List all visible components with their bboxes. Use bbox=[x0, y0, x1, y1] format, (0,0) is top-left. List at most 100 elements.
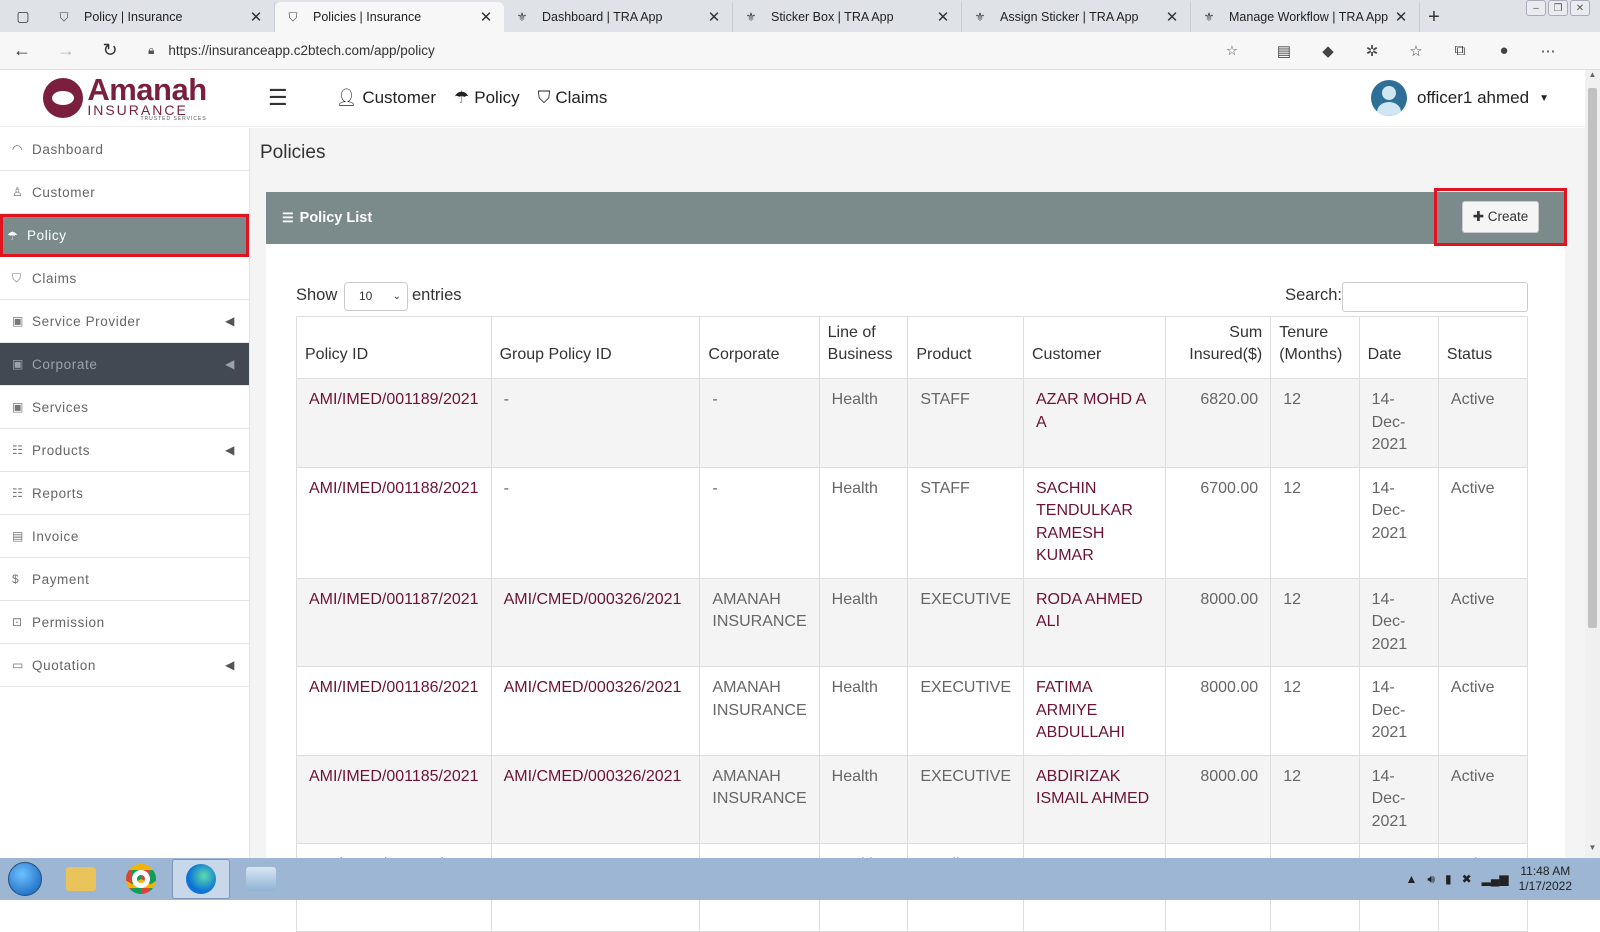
hamburger-menu-icon[interactable]: ☰ bbox=[268, 85, 288, 111]
column-header[interactable]: Product bbox=[907, 316, 1024, 379]
start-button[interactable] bbox=[0, 858, 50, 900]
lock-icon[interactable]: 🔒︎ bbox=[148, 43, 154, 58]
more-icon[interactable]: ⋯ bbox=[1526, 42, 1570, 60]
column-header[interactable]: Policy ID bbox=[296, 316, 492, 379]
column-header[interactable]: Customer bbox=[1022, 316, 1167, 379]
sidebar-item-dashboard[interactable]: ◠ Dashboard bbox=[0, 128, 249, 171]
group-policy-link[interactable]: AMI/CMED/000326/2021 bbox=[490, 666, 701, 756]
logo[interactable]: Amanah INSURANCE TRUSTED SERVICES bbox=[0, 70, 250, 127]
minimize-button[interactable]: – bbox=[1526, 0, 1546, 16]
close-icon[interactable]: ✕ bbox=[1393, 8, 1409, 26]
tray-expand-icon[interactable]: ▲ bbox=[1406, 872, 1418, 886]
customer-link[interactable]: SACHIN TENDULKAR RAMESH KUMAR bbox=[1022, 466, 1167, 579]
policy-id-link[interactable]: AMI/IMED/001187/2021 bbox=[296, 577, 492, 667]
logo-tagline: TRUSTED SERVICES bbox=[140, 116, 207, 122]
address-bar: ← → ↻ 🔒︎ https://insuranceapp.c2btech.co… bbox=[0, 32, 1600, 70]
column-header[interactable]: Group Policy ID bbox=[490, 316, 701, 379]
browser-tab[interactable]: ⚜ Sticker Box | TRA App ✕ bbox=[733, 2, 962, 32]
group-policy-link[interactable]: AMI/CMED/000326/2021 bbox=[490, 754, 701, 844]
close-icon[interactable]: ✕ bbox=[478, 8, 494, 26]
user-menu[interactable]: officer1 ahmed ▼ bbox=[1370, 80, 1549, 116]
nav-claims[interactable]: ⛉ Claims bbox=[538, 88, 608, 108]
sidebar-item-policy[interactable]: ☂ Policy bbox=[0, 214, 249, 257]
network-error-icon[interactable]: ✖ bbox=[1462, 872, 1472, 886]
signal-icon[interactable]: ▂▄▆ bbox=[1482, 872, 1509, 886]
favorites-icon[interactable]: ☆ bbox=[1394, 42, 1438, 60]
browser-tab-active[interactable]: ⛉ Policies | Insurance ✕ bbox=[275, 2, 504, 32]
column-header[interactable]: Line of Business bbox=[818, 316, 909, 379]
sidebar-item-claims[interactable]: ⛉ Claims bbox=[0, 257, 249, 300]
sidebar-item-services[interactable]: ▣ Services bbox=[0, 386, 249, 429]
customer-link[interactable]: FATIMA ARMIYE ABDULLAHI bbox=[1022, 666, 1167, 756]
sidebar-item-invoice[interactable]: ▤ Invoice bbox=[0, 515, 249, 558]
battery-icon[interactable]: ▮ bbox=[1445, 872, 1452, 886]
close-icon[interactable]: ✕ bbox=[706, 8, 722, 26]
close-icon[interactable]: ✕ bbox=[935, 8, 951, 26]
policy-id-link[interactable]: AMI/IMED/001189/2021 bbox=[296, 378, 492, 468]
url-field[interactable]: 🔒︎ https://insuranceapp.c2btech.com/app/… bbox=[138, 37, 1248, 65]
briefcase-icon: ▣ bbox=[12, 400, 24, 414]
scroll-up-icon[interactable]: ▲ bbox=[1585, 70, 1600, 85]
column-header[interactable]: Date bbox=[1358, 316, 1439, 379]
customer-link[interactable]: ABDIRIZAK ISMAIL AHMED bbox=[1022, 754, 1167, 844]
sidebar: ◠ Dashboard ♙ Customer ☂ Policy ⛉ Claims ▣ Se… bbox=[0, 128, 250, 858]
customer-link[interactable]: AZAR MOHD A A bbox=[1022, 378, 1167, 468]
clock[interactable]: 11:48 AM 1/17/2022 bbox=[1519, 864, 1572, 894]
taskbar-app[interactable] bbox=[232, 859, 290, 899]
sidebar-item-service-provider[interactable]: ▣ Service Provider ◀ bbox=[0, 300, 249, 343]
customer-link[interactable]: RODA AHMED ALI bbox=[1022, 577, 1167, 667]
sidebar-item-payment[interactable]: $ Payment bbox=[0, 558, 249, 601]
browser-tab[interactable]: ⚜ Manage Workflow | TRA App ✕ bbox=[1191, 2, 1420, 32]
policy-id-link[interactable]: AMI/IMED/001185/2021 bbox=[296, 754, 492, 844]
table-body: AMI/IMED/001189/2021 - - Health STAFF AZ… bbox=[296, 378, 1529, 932]
taskbar-explorer[interactable] bbox=[52, 859, 110, 899]
entries-select[interactable]: 10 ⌄ bbox=[344, 282, 408, 311]
sidebar-item-products[interactable]: ☷ Products ◀ bbox=[0, 429, 249, 472]
column-header[interactable]: Status bbox=[1437, 316, 1529, 379]
taskbar-chrome[interactable] bbox=[112, 859, 170, 899]
column-header[interactable]: Corporate bbox=[699, 316, 820, 379]
restore-button[interactable]: ❐ bbox=[1548, 0, 1568, 16]
browser-tab[interactable]: ⚜ Assign Sticker | TRA App ✕ bbox=[962, 2, 1191, 32]
forward-button[interactable]: → bbox=[44, 40, 88, 61]
collections-icon[interactable]: ▤ bbox=[1262, 42, 1306, 60]
scroll-down-icon[interactable]: ▼ bbox=[1585, 843, 1600, 858]
system-tray: ▲ 🔊︎ ▮ ✖ ▂▄▆ 11:48 AM 1/17/2022 bbox=[1406, 864, 1600, 894]
sidebar-item-customer[interactable]: ♙ Customer bbox=[0, 171, 249, 214]
table-cell: 12 bbox=[1270, 666, 1360, 756]
create-button[interactable]: ✚ Create bbox=[1461, 201, 1540, 233]
policy-id-link[interactable]: AMI/IMED/001186/2021 bbox=[296, 666, 492, 756]
group-policy-link[interactable]: AMI/CMED/000326/2021 bbox=[490, 577, 701, 667]
profile-icon[interactable]: ● bbox=[1482, 42, 1526, 60]
close-icon[interactable]: ✕ bbox=[248, 8, 264, 26]
browser-tab[interactable]: ⚜ Dashboard | TRA App ✕ bbox=[504, 2, 733, 32]
window-close-button[interactable]: ✕ bbox=[1570, 0, 1590, 16]
policy-id-link[interactable]: AMI/IMED/001188/2021 bbox=[296, 466, 492, 579]
new-tab-button[interactable]: + bbox=[1420, 2, 1448, 32]
volume-icon[interactable]: 🔊︎ bbox=[1427, 872, 1435, 887]
back-button[interactable]: ← bbox=[0, 40, 44, 61]
search-input[interactable] bbox=[1342, 282, 1528, 312]
tab-actions-icon[interactable]: ▢ bbox=[0, 0, 46, 32]
reload-button[interactable]: ↻ bbox=[88, 40, 132, 61]
nav-policy[interactable]: ☂ Policy bbox=[454, 88, 520, 108]
sidebar-item-label: Customer bbox=[32, 184, 96, 200]
policy-table: Policy ID Group Policy ID Corporate Line… bbox=[296, 316, 1529, 932]
browser-tab[interactable]: ⛉ Policy | Insurance ✕ bbox=[46, 2, 275, 32]
taskbar-edge[interactable] bbox=[172, 859, 230, 899]
sidebar-item-quotation[interactable]: ▭ Quotation ◀ bbox=[0, 644, 249, 687]
dollar-icon: $ bbox=[12, 572, 20, 586]
close-icon[interactable]: ✕ bbox=[1164, 8, 1180, 26]
nav-customer[interactable]: 👤︎ Customer bbox=[336, 88, 436, 108]
sidebar-item-permission[interactable]: ⊡ Permission bbox=[0, 601, 249, 644]
page-scrollbar[interactable]: ▲ ▼ bbox=[1585, 70, 1600, 858]
extension-icon[interactable]: ◆ bbox=[1306, 42, 1350, 60]
sidebar-item-reports[interactable]: ☷ Reports bbox=[0, 472, 249, 515]
column-header[interactable]: Tenure (Months) bbox=[1270, 316, 1360, 379]
add-favorite-icon[interactable]: ☆ bbox=[1226, 43, 1238, 59]
column-header[interactable]: Sum Insured($) bbox=[1165, 316, 1272, 379]
extensions-icon[interactable]: ✲ bbox=[1350, 42, 1394, 60]
collections-2-icon[interactable]: ⧉ bbox=[1438, 42, 1482, 60]
sidebar-item-corporate[interactable]: ▣ Corporate ◀ bbox=[0, 343, 249, 386]
scrollbar-thumb[interactable] bbox=[1588, 88, 1597, 628]
